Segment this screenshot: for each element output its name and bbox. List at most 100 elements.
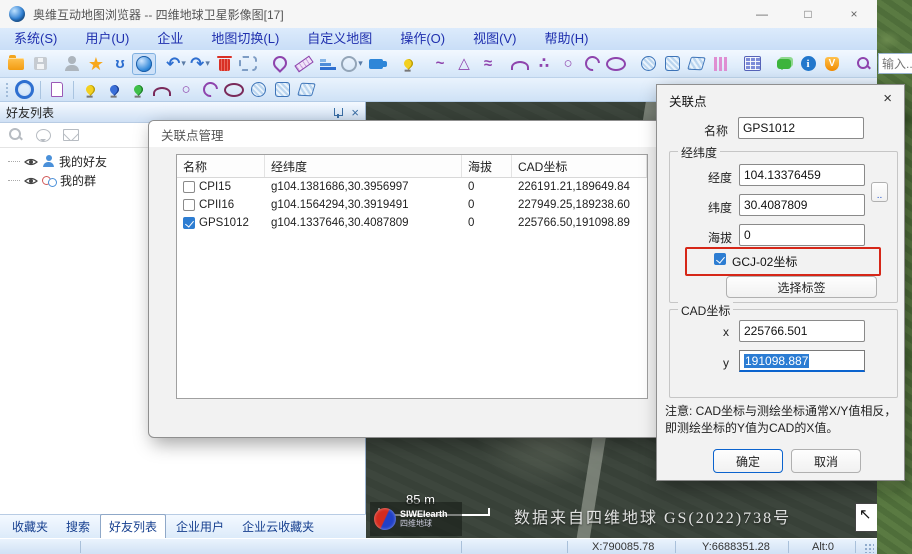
latitude-input[interactable]	[739, 194, 865, 216]
user-button[interactable]	[60, 53, 84, 75]
tab-enterprise-cloud[interactable]: 企业云收藏夹	[234, 515, 322, 538]
circle-button-2[interactable]: ○	[174, 79, 198, 101]
search-input[interactable]	[878, 53, 912, 74]
altitude-input[interactable]	[739, 224, 865, 246]
panel-close-icon[interactable]: ×	[351, 106, 359, 119]
filled-rect-button[interactable]	[660, 53, 684, 75]
menu-view[interactable]: 视图(V)	[459, 28, 530, 50]
row-checkbox[interactable]	[183, 199, 195, 211]
friend-chat-icon[interactable]	[36, 129, 51, 142]
ellipse-button-2[interactable]	[222, 79, 246, 101]
filled-circle-button[interactable]	[636, 53, 660, 75]
cancel-button[interactable]: 取消	[791, 449, 861, 473]
info-button[interactable]: i	[796, 53, 820, 75]
delete-button[interactable]	[212, 53, 236, 75]
eye-icon[interactable]	[24, 175, 38, 187]
toolbar-grip[interactable]	[5, 82, 9, 98]
new-file-button[interactable]	[45, 79, 69, 101]
select-tag-button[interactable]: 选择标签	[726, 276, 877, 298]
filled-rect-button-2[interactable]	[270, 79, 294, 101]
save-button[interactable]	[28, 53, 52, 75]
undo-button[interactable]: ↶▾	[164, 53, 188, 75]
redo-button[interactable]: ↷▾	[188, 53, 212, 75]
friend-mail-icon[interactable]	[63, 129, 79, 141]
app-logo-icon	[9, 6, 25, 22]
tab-friends-list[interactable]: 好友列表	[100, 514, 166, 538]
multipoint-button[interactable]: ∴	[532, 53, 556, 75]
vip-button[interactable]: V	[820, 53, 844, 75]
polygon-button[interactable]: △	[452, 53, 476, 75]
search-button[interactable]	[852, 53, 876, 75]
minimize-button[interactable]: —	[739, 0, 785, 28]
measure-area-button[interactable]	[316, 53, 340, 75]
menu-help[interactable]: 帮助(H)	[530, 28, 602, 50]
marquee-select-button[interactable]	[236, 53, 260, 75]
location-pin-button[interactable]	[268, 53, 292, 75]
arc-button-2[interactable]	[150, 79, 174, 101]
chat-button[interactable]	[772, 53, 796, 75]
track-button[interactable]: ʊ	[108, 53, 132, 75]
menu-system[interactable]: 系统(S)	[0, 28, 71, 50]
gcj02-checkbox[interactable]	[714, 253, 726, 265]
table-row[interactable]: CPII16 g104.1564294,30.3919491 0 227949.…	[177, 196, 647, 214]
filled-circle-button-2[interactable]	[246, 79, 270, 101]
manage-dialog-title[interactable]: 关联点管理	[149, 121, 663, 147]
longitude-input[interactable]	[739, 164, 865, 186]
point-dialog-title[interactable]: 关联点	[669, 91, 892, 109]
undo-dropdown-icon[interactable]: ▾	[181, 58, 186, 69]
x-input[interactable]	[739, 320, 865, 342]
grid-button[interactable]	[740, 53, 764, 75]
friend-search-icon[interactable]	[8, 127, 24, 143]
maximize-button[interactable]: □	[785, 0, 831, 28]
close-button[interactable]: ×	[831, 0, 877, 28]
tab-enterprise-users[interactable]: 企业用户	[168, 515, 232, 538]
menu-enterprise[interactable]: 企业	[143, 28, 197, 50]
measure-distance-button[interactable]	[292, 53, 316, 75]
ellipse-button[interactable]	[604, 53, 628, 75]
menu-user[interactable]: 用户(U)	[71, 28, 143, 50]
eye-icon[interactable]	[24, 156, 38, 168]
view-3d-button[interactable]	[132, 53, 156, 75]
corridor-button[interactable]	[708, 53, 732, 75]
pushpin-blue-button[interactable]	[102, 79, 126, 101]
column-altitude[interactable]: 海拔	[462, 155, 512, 177]
arc-c-button[interactable]	[580, 53, 604, 75]
filled-polygon-button[interactable]	[684, 53, 708, 75]
ok-button[interactable]: 确定	[713, 449, 783, 473]
resize-grip[interactable]	[864, 543, 874, 553]
name-input[interactable]	[738, 117, 864, 139]
timer-dropdown-icon[interactable]: ▾	[358, 58, 363, 69]
dock-pin-icon[interactable]	[334, 108, 343, 116]
more-coords-button[interactable]: ..	[871, 182, 888, 202]
table-row[interactable]: GPS1012 g104.1337646,30.4087809 0 225766…	[177, 214, 647, 232]
dialog-close-icon[interactable]: ×	[883, 91, 892, 106]
row-checkbox[interactable]	[183, 217, 195, 229]
column-cad[interactable]: CAD坐标	[512, 155, 647, 177]
curve-button[interactable]: ≈	[476, 53, 500, 75]
camera-button[interactable]	[364, 53, 388, 75]
settings-button[interactable]	[12, 79, 36, 101]
y-input[interactable]: 191098.887	[739, 350, 865, 372]
circle-button[interactable]: ○	[556, 53, 580, 75]
open-folder-button[interactable]	[4, 53, 28, 75]
filled-polygon-button-2[interactable]	[294, 79, 318, 101]
table-row[interactable]: CPI15 g104.1381686,30.3956997 0 226191.2…	[177, 178, 647, 196]
column-latlng[interactable]: 经纬度	[265, 155, 462, 177]
tab-search[interactable]: 搜索	[58, 515, 98, 538]
pushpin-button[interactable]	[396, 53, 420, 75]
arc-c-button-2[interactable]	[198, 79, 222, 101]
column-name[interactable]: 名称	[177, 155, 265, 177]
timer-button[interactable]: ▾	[340, 53, 364, 75]
menu-operation[interactable]: 操作(O)	[386, 28, 459, 50]
favorites-button[interactable]: ★	[84, 53, 108, 75]
row-checkbox[interactable]	[183, 181, 195, 193]
redo-dropdown-icon[interactable]: ▾	[205, 58, 210, 69]
pushpin-green-button[interactable]	[126, 79, 150, 101]
menu-map-switch[interactable]: 地图切换(L)	[197, 28, 293, 50]
polyline-button[interactable]: ~	[428, 53, 452, 75]
pushpin-yellow-button[interactable]	[78, 79, 102, 101]
menu-custom-map[interactable]: 自定义地图	[293, 28, 386, 50]
tab-favorites[interactable]: 收藏夹	[4, 515, 56, 538]
arc-button[interactable]	[508, 53, 532, 75]
gcj02-checkbox-label[interactable]: GCJ-02坐标	[732, 253, 797, 270]
